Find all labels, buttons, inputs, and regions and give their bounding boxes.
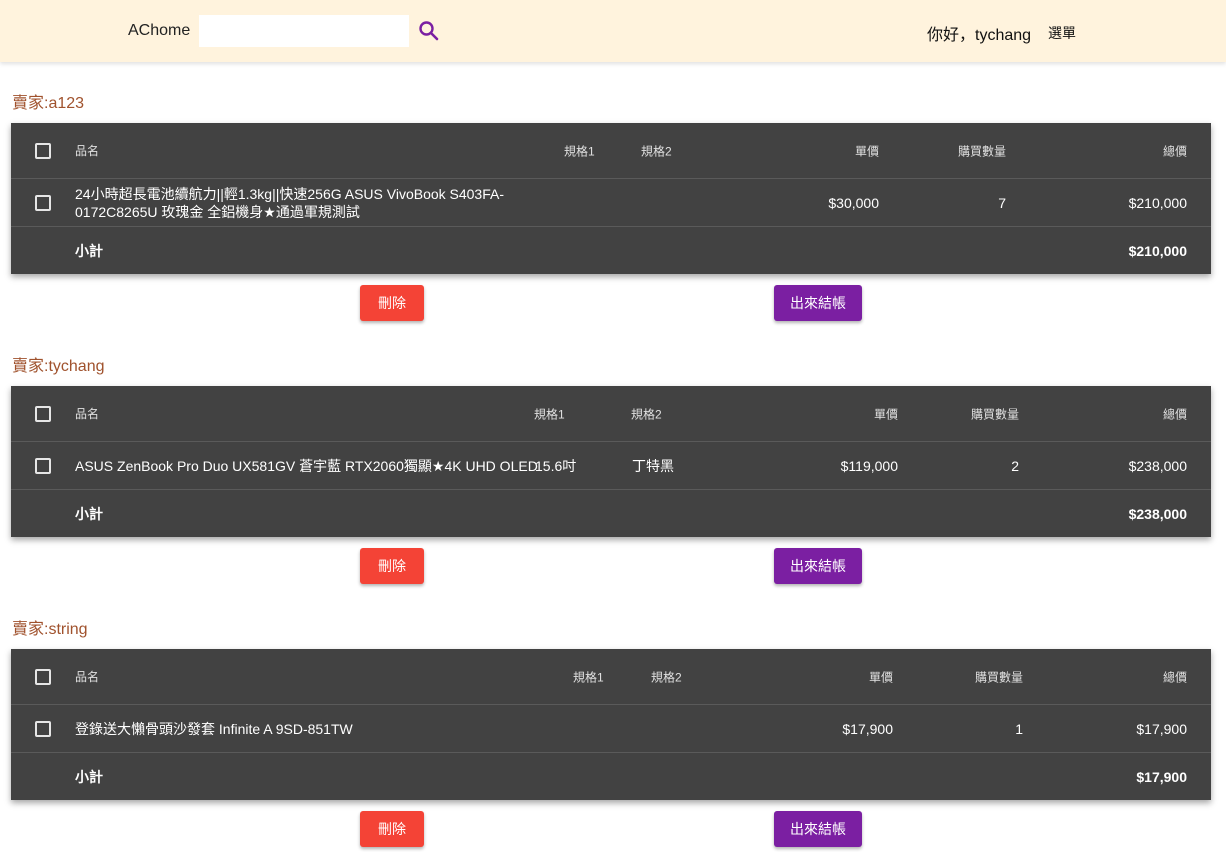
cart-table: 品名 規格1 規格2 單價 購買數量 總價 24小時超長電池續航力||輕1.3k… (11, 123, 1211, 274)
item-qty: 7 (998, 194, 1006, 211)
column-header-price: 單價 (854, 144, 879, 158)
seller-label: 賣家:a123 (12, 95, 85, 112)
column-header-price: 單價 (868, 670, 893, 684)
checkout-button[interactable]: 出來結帳 (774, 811, 862, 847)
column-header-spec1: 規格1 (573, 670, 604, 684)
subtotal-value: $17,900 (1136, 768, 1187, 785)
item-name: 24小時超長電池續航力||輕1.3kg||快速256G ASUS VivoBoo… (75, 185, 505, 220)
table-row: ASUS ZenBook Pro Duo UX581GV 蒼宇藍 RTX2060… (11, 442, 1211, 490)
select-all-checkbox[interactable] (35, 668, 51, 685)
column-header-spec1: 規格1 (534, 407, 565, 421)
column-header-price: 單價 (873, 407, 898, 421)
brand-logo[interactable]: AChome (128, 22, 190, 40)
item-total: $210,000 (1128, 194, 1187, 211)
item-price: $17,900 (842, 720, 893, 737)
subtotal-value: $210,000 (1128, 242, 1187, 259)
checkout-button[interactable]: 出來結帳 (774, 548, 862, 584)
table-header-row: 品名 規格1 規格2 單價 購買數量 總價 (11, 649, 1211, 705)
item-spec1: 15.6吋 (535, 457, 577, 474)
table-row: 24小時超長電池續航力||輕1.3kg||快速256G ASUS VivoBoo… (11, 179, 1211, 227)
column-header-qty: 購買數量 (974, 670, 1023, 684)
row-checkbox[interactable] (35, 457, 51, 474)
seller-label: 賣家:string (12, 621, 88, 638)
column-header-total: 總價 (1162, 670, 1187, 684)
item-qty: 1 (1015, 720, 1023, 737)
column-header-name: 品名 (75, 143, 100, 158)
search-input[interactable] (199, 15, 409, 47)
column-header-qty: 購買數量 (970, 407, 1019, 421)
item-price: $119,000 (840, 457, 898, 474)
table-header-row: 品名 規格1 規格2 單價 購買數量 總價 (11, 123, 1211, 179)
select-all-checkbox[interactable] (35, 142, 51, 159)
user-greeting: 你好，tychang (927, 27, 1032, 44)
subtotal-value: $238,000 (1128, 505, 1187, 522)
subtotal-row: 小計 $17,900 (11, 753, 1211, 800)
item-spec2: 丁特黑 (632, 457, 674, 474)
column-header-name: 品名 (75, 406, 100, 421)
item-total: $17,900 (1136, 720, 1187, 737)
cart-table: 品名 規格1 規格2 單價 購買數量 總價 登錄送大懶骨頭沙發套 Infinit… (11, 649, 1211, 800)
cart-table: 品名 規格1 規格2 單價 購買數量 總價 ASUS ZenBook Pro D… (11, 386, 1211, 537)
column-header-total: 總價 (1162, 407, 1187, 421)
row-checkbox[interactable] (35, 194, 51, 211)
delete-button[interactable]: 刪除 (360, 285, 424, 321)
item-name: ASUS ZenBook Pro Duo UX581GV 蒼宇藍 RTX2060… (75, 457, 538, 474)
subtotal-row: 小計 $238,000 (11, 490, 1211, 537)
checkout-button[interactable]: 出來結帳 (774, 285, 862, 321)
item-total: $238,000 (1128, 457, 1187, 474)
table-row: 登錄送大懶骨頭沙發套 Infinite A 9SD-851TW $17,900 … (11, 705, 1211, 753)
column-header-spec2: 規格2 (651, 670, 682, 684)
top-app-bar: AChome 你好，tychang 選單 (0, 0, 1226, 62)
subtotal-label: 小計 (75, 768, 103, 785)
menu-button[interactable]: 選單 (1048, 23, 1076, 43)
subtotal-label: 小計 (75, 505, 103, 522)
select-all-checkbox[interactable] (35, 405, 51, 422)
item-name: 登錄送大懶骨頭沙發套 Infinite A 9SD-851TW (75, 720, 353, 737)
table-header-row: 品名 規格1 規格2 單價 購買數量 總價 (11, 386, 1211, 442)
subtotal-label: 小計 (75, 242, 103, 259)
column-header-qty: 購買數量 (957, 144, 1006, 158)
column-header-total: 總價 (1162, 144, 1187, 158)
seller-label: 賣家:tychang (12, 358, 105, 375)
delete-button[interactable]: 刪除 (360, 811, 424, 847)
subtotal-row: 小計 $210,000 (11, 227, 1211, 274)
item-price: $30,000 (828, 194, 879, 211)
column-header-spec2: 規格2 (641, 144, 672, 158)
delete-button[interactable]: 刪除 (360, 548, 424, 584)
row-checkbox[interactable] (35, 720, 51, 737)
item-qty: 2 (1011, 457, 1019, 474)
column-header-spec1: 規格1 (564, 144, 595, 158)
column-header-spec2: 規格2 (631, 407, 662, 421)
search-icon[interactable] (416, 18, 442, 44)
column-header-name: 品名 (75, 669, 100, 684)
